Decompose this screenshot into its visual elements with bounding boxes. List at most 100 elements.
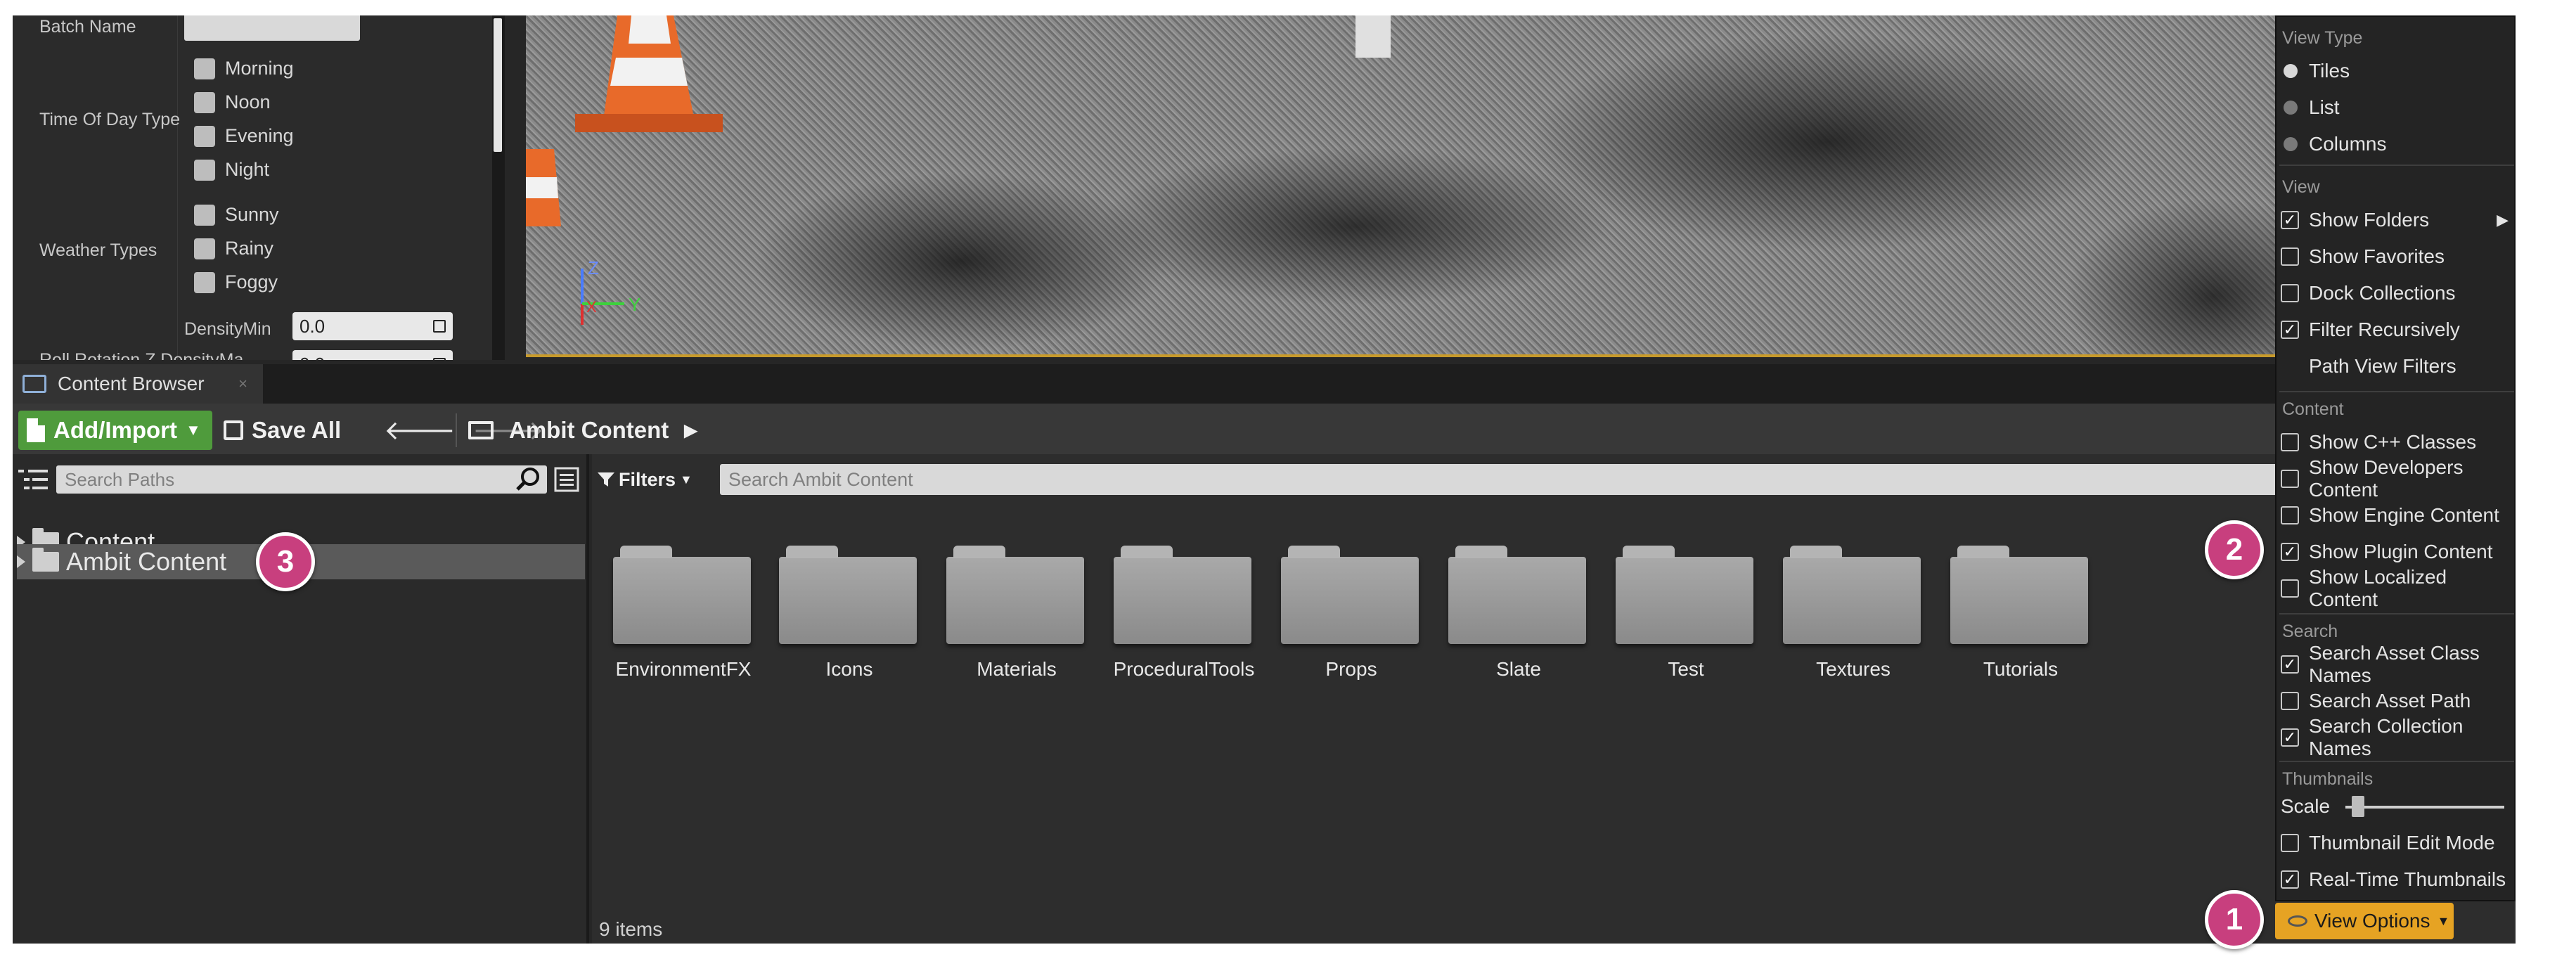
- checkbox-checked-icon[interactable]: ✓: [2281, 321, 2299, 339]
- menu-thumbnail-edit-mode[interactable]: Thumbnail Edit Mode: [2281, 827, 2513, 859]
- drag-grip-icon[interactable]: [433, 358, 446, 360]
- checkbox-icon[interactable]: [194, 238, 215, 259]
- menu-search-asset-path[interactable]: Search Asset Path: [2281, 685, 2513, 717]
- menu-show-engine-content[interactable]: Show Engine Content: [2281, 499, 2513, 532]
- checkbox-rainy[interactable]: Rainy: [194, 238, 273, 259]
- expand-arrow-icon[interactable]: [17, 555, 25, 568]
- batch-name-input[interactable]: [184, 15, 360, 41]
- folder-tile-textures[interactable]: Textures: [1783, 501, 1924, 683]
- radio-selected-icon[interactable]: [2284, 64, 2298, 78]
- folder-tile-tutorials[interactable]: Tutorials: [1950, 501, 2091, 683]
- checkbox-icon[interactable]: [2281, 433, 2299, 451]
- menu-filter-recursively[interactable]: ✓ Filter Recursively: [2281, 314, 2513, 346]
- close-icon[interactable]: ×: [238, 375, 247, 393]
- menu-path-view-filters[interactable]: Path View Filters▶: [2281, 350, 2516, 382]
- checkbox-checked-icon[interactable]: ✓: [2281, 211, 2299, 229]
- list-view-icon[interactable]: [554, 467, 579, 492]
- back-arrow-icon[interactable]: 🡐: [384, 414, 456, 446]
- folder-tile-slate[interactable]: Slate: [1448, 501, 1589, 683]
- menu-show-folders[interactable]: ✓ Show Folders ▶: [2281, 204, 2513, 236]
- view-type-tiles[interactable]: Tiles: [2281, 55, 2513, 87]
- menu-show-plugin-content[interactable]: ✓ Show Plugin Content: [2281, 536, 2513, 568]
- folder-icon: [1281, 546, 1419, 644]
- checkbox-icon[interactable]: [2281, 834, 2299, 852]
- checkbox-night[interactable]: Night: [194, 159, 269, 181]
- scale-slider-track[interactable]: [2345, 806, 2504, 809]
- checkbox-icon[interactable]: [194, 271, 215, 293]
- level-viewport[interactable]: Z X Y: [526, 15, 2298, 357]
- checkbox-icon[interactable]: [2281, 506, 2299, 524]
- editor-window: Batch Name Time Of Day Type Morning Noon…: [13, 15, 2516, 944]
- paths-panel: Search Paths Content: [13, 454, 589, 944]
- density-min-label: DensityMin: [184, 319, 271, 339]
- menu-dock-collections[interactable]: Dock Collections: [2281, 277, 2513, 309]
- menu-show-developers-content[interactable]: Show Developers Content: [2281, 456, 2513, 501]
- items-count: 9 items: [599, 918, 663, 940]
- save-all-button[interactable]: Save All: [224, 411, 341, 450]
- checkbox-morning[interactable]: Morning: [194, 58, 294, 79]
- chevron-right-icon[interactable]: ▶: [684, 420, 697, 441]
- content-browser-toolbar: Add/Import ▼ Save All 🡐 🡒 Ambit Content …: [13, 404, 2516, 454]
- breadcrumb[interactable]: Ambit Content ▶: [468, 411, 697, 450]
- tree-item-ambit-content[interactable]: Ambit Content: [17, 546, 226, 578]
- checkbox-icon[interactable]: [194, 91, 215, 113]
- folder-tile-environmentfx[interactable]: EnvironmentFX: [613, 501, 754, 683]
- folder-icon: [779, 546, 917, 644]
- search-assets-input[interactable]: Search Ambit Content: [720, 464, 2516, 495]
- eye-icon: [2288, 915, 2307, 927]
- details-scrollbar-thumb[interactable]: [494, 18, 502, 152]
- folder-tile-test[interactable]: Test: [1616, 501, 1756, 683]
- menu-search-asset-class-names[interactable]: ✓ Search Asset Class Names: [2281, 642, 2513, 686]
- section-search: Search: [2282, 622, 2338, 641]
- section-view: View: [2282, 177, 2320, 197]
- checkbox-sunny[interactable]: Sunny: [194, 204, 279, 226]
- search-icon[interactable]: [515, 467, 543, 492]
- checkbox-checked-icon[interactable]: ✓: [2281, 543, 2299, 561]
- view-type-columns[interactable]: Columns: [2281, 128, 2513, 160]
- folder-tile-proceduraltools[interactable]: ProceduralTools: [1114, 501, 1254, 683]
- checkbox-noon[interactable]: Noon: [194, 91, 271, 113]
- folder-tile-materials[interactable]: Materials: [946, 501, 1087, 683]
- checkbox-icon[interactable]: [194, 204, 215, 226]
- checkbox-checked-icon[interactable]: ✓: [2281, 728, 2299, 747]
- menu-real-time-thumbnails[interactable]: ✓ Real-Time Thumbnails: [2281, 863, 2513, 896]
- view-type-list[interactable]: List: [2281, 91, 2513, 124]
- checkbox-icon[interactable]: [2281, 579, 2299, 598]
- checkbox-icon[interactable]: [2281, 284, 2299, 302]
- checkbox-icon[interactable]: [194, 125, 215, 147]
- new-file-icon: [27, 418, 45, 442]
- checkbox-icon[interactable]: [2281, 692, 2299, 710]
- drag-grip-icon[interactable]: [433, 320, 446, 333]
- density-min-input[interactable]: 0.0: [292, 312, 453, 340]
- checkbox-icon[interactable]: [194, 159, 215, 181]
- checkbox-checked-icon[interactable]: ✓: [2281, 655, 2299, 674]
- view-options-button[interactable]: View Options ▼: [2275, 903, 2454, 939]
- folder-icon: [1114, 546, 1251, 644]
- section-view-type: View Type: [2282, 28, 2363, 48]
- checkbox-evening[interactable]: Evening: [194, 125, 294, 147]
- menu-show-localized-content[interactable]: Show Localized Content: [2281, 566, 2513, 610]
- checkbox-icon[interactable]: [2281, 247, 2299, 266]
- menu-search-collection-names[interactable]: ✓ Search Collection Names: [2281, 715, 2513, 759]
- svg-text:X: X: [586, 298, 597, 316]
- filters-button[interactable]: Filters ▼: [598, 464, 693, 495]
- callout-1: 1: [2205, 890, 2264, 949]
- checkbox-icon[interactable]: [2281, 470, 2299, 488]
- tab-content-browser[interactable]: Content Browser ×: [13, 364, 263, 404]
- details-panel: Batch Name Time Of Day Type Morning Noon…: [13, 15, 505, 360]
- radio-icon[interactable]: [2284, 137, 2298, 151]
- checkbox-foggy[interactable]: Foggy: [194, 271, 278, 293]
- add-import-button[interactable]: Add/Import ▼: [18, 411, 212, 450]
- tree-collapse-icon[interactable]: [18, 467, 49, 492]
- radio-icon[interactable]: [2284, 101, 2298, 115]
- menu-show-cpp-classes[interactable]: Show C++ Classes: [2281, 426, 2513, 458]
- checkbox-checked-icon[interactable]: ✓: [2281, 870, 2299, 889]
- density-max-input[interactable]: 0.0: [292, 350, 453, 360]
- checkbox-icon[interactable]: [194, 58, 215, 79]
- folder-icon: [32, 548, 59, 572]
- scale-slider-thumb[interactable]: [2352, 796, 2365, 817]
- folder-tile-icons[interactable]: Icons: [779, 501, 920, 683]
- folder-tile-props[interactable]: Props: [1281, 501, 1422, 683]
- menu-show-favorites[interactable]: Show Favorites: [2281, 240, 2513, 273]
- search-paths-input[interactable]: Search Paths: [56, 465, 547, 494]
